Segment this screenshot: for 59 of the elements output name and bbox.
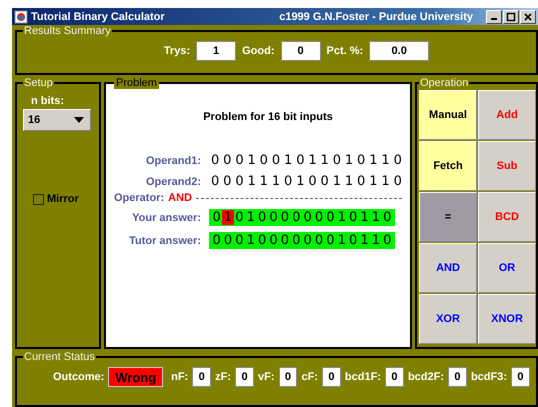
value-field: 0 — [280, 41, 320, 61]
flag-label: bcd2F: — [408, 371, 444, 383]
operator-label: Operator: — [114, 192, 166, 204]
panel-title: Problem — [114, 77, 159, 89]
close-button[interactable] — [520, 10, 536, 24]
bits-dropdown[interactable]: 16 — [23, 109, 91, 131]
operand-bits: 0001110100110110 — [211, 174, 406, 189]
operation-button[interactable]: AND — [419, 243, 477, 293]
flag-field: 0 — [192, 367, 212, 387]
maximize-icon — [506, 12, 516, 22]
flag-field: 0 — [511, 367, 530, 387]
operand-label: Operand1: — [144, 154, 202, 166]
operation-button[interactable]: XOR — [419, 294, 477, 344]
field-label: n bits: — [31, 95, 65, 107]
panel-title: Setup — [23, 77, 54, 89]
answer-label: Tutor answer: — [128, 234, 202, 246]
panel-title: Results Summary — [23, 25, 112, 37]
window-credit: c1999 G.N.Foster - Purdue University — [279, 10, 473, 22]
tutor-answer-field: 0 0 0 1 0 0 0 0 0 0 0 1 0 1 1 0 — [209, 232, 395, 249]
flag-field: 0 — [384, 367, 404, 387]
operation-button[interactable]: Fetch — [419, 141, 477, 191]
value-field: 0.0 — [369, 41, 430, 61]
flag-label: vF: — [258, 371, 275, 383]
outcome-field: Wrong — [108, 367, 164, 387]
window-title: Tutorial Binary Calculator — [31, 10, 166, 22]
answer-field[interactable]: 0 1 0 1 0 0 0 0 0 0 0 1 0 1 1 0 — [209, 209, 395, 226]
operation-button[interactable]: OR — [478, 243, 536, 293]
close-icon — [523, 12, 533, 22]
flag-label: zF: — [215, 371, 232, 383]
field-label: Pct. %: — [326, 45, 364, 57]
field-label: Outcome: — [53, 371, 104, 383]
flag-field: 0 — [278, 367, 298, 387]
mirror-checkbox[interactable] — [33, 194, 44, 204]
operator-value: AND — [168, 192, 192, 204]
maximize-button[interactable] — [503, 10, 519, 24]
operand-bits: 0001001011010110 — [211, 153, 406, 168]
operation-button[interactable]: = — [419, 192, 477, 242]
flag-label: bcd1F: — [344, 371, 381, 383]
flag-field: 0 — [448, 367, 467, 387]
field-label: Trys: — [164, 45, 190, 57]
panel-title: Operation — [419, 77, 470, 89]
flag-field: 0 — [322, 367, 341, 387]
answer-label: Your answer: — [131, 212, 202, 224]
operation-button[interactable]: XNOR — [478, 294, 536, 344]
flag-field: 0 — [235, 367, 254, 387]
caret-icon — [74, 117, 84, 123]
field-label: Good: — [242, 45, 274, 57]
minimize-icon — [491, 18, 497, 20]
flag-label: bcdF3: — [470, 371, 508, 383]
operand-label: Operand2: — [144, 176, 202, 188]
flag-label: cF: — [301, 371, 318, 383]
minimize-button[interactable] — [486, 10, 502, 24]
value-field: 1 — [196, 41, 236, 61]
app-icon — [14, 10, 28, 24]
operation-button[interactable]: Manual — [419, 90, 477, 140]
flag-label: nF: — [171, 371, 188, 383]
checkbox-label: Mirror — [47, 193, 79, 205]
problem-heading: Problem for 16 bit inputs — [202, 111, 334, 123]
panel-title: Current Status — [23, 351, 96, 363]
